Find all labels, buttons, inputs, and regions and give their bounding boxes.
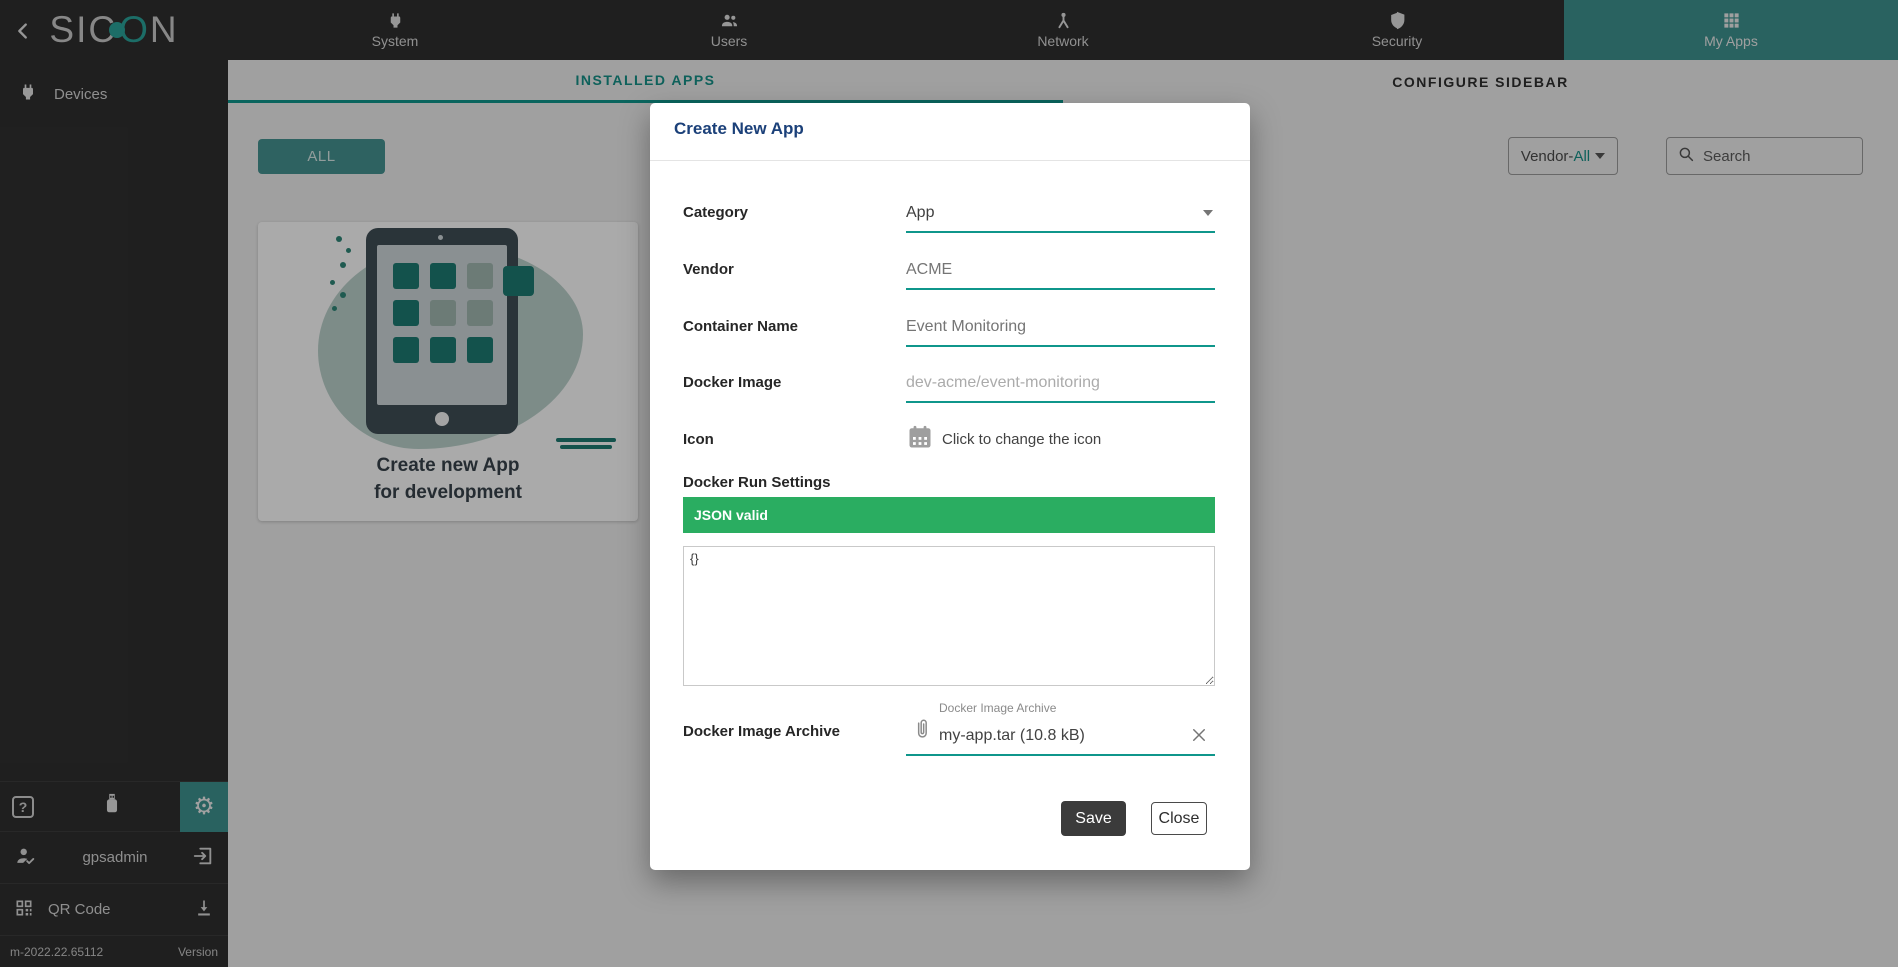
chevron-down-icon — [1203, 210, 1213, 216]
archive-file-value: my-app.tar (10.8 kB) — [939, 727, 1085, 745]
json-valid-text: JSON valid — [694, 507, 768, 523]
container-name-field-wrap — [906, 305, 1215, 347]
dialog-buttons: Save Close — [1061, 801, 1207, 836]
paperclip-icon — [912, 717, 932, 746]
close-button[interactable]: Close — [1151, 802, 1207, 835]
docker-run-settings-textarea[interactable]: {} — [683, 546, 1215, 686]
change-icon-button[interactable]: Click to change the icon — [906, 423, 1101, 455]
archive-floating-label: Docker Image Archive — [939, 701, 1056, 715]
docker-image-label: Docker Image — [683, 374, 906, 391]
docker-image-archive-label: Docker Image Archive — [683, 723, 906, 756]
container-name-label: Container Name — [683, 318, 906, 335]
container-name-input[interactable] — [906, 318, 1215, 345]
save-button[interactable]: Save — [1061, 801, 1126, 836]
create-new-app-dialog: Create New App Category App Vendor Conta… — [650, 103, 1250, 870]
category-value: App — [906, 204, 934, 231]
divider — [650, 160, 1250, 161]
vendor-label: Vendor — [683, 261, 906, 278]
docker-image-input[interactable] — [906, 374, 1215, 401]
category-select[interactable]: App — [906, 191, 1215, 233]
change-icon-text: Click to change the icon — [942, 431, 1101, 448]
vendor-field-wrap — [906, 248, 1215, 290]
docker-image-archive-field[interactable]: Docker Image Archive my-app.tar (10.8 kB… — [906, 699, 1215, 756]
icon-label: Icon — [683, 431, 906, 448]
docker-run-settings-label: Docker Run Settings — [683, 474, 831, 491]
clear-file-icon[interactable] — [1189, 725, 1209, 745]
vendor-input[interactable] — [906, 261, 1215, 288]
calendar-icon — [906, 423, 934, 455]
json-valid-banner: JSON valid — [683, 497, 1215, 533]
category-label: Category — [683, 204, 906, 221]
docker-image-field-wrap — [906, 361, 1215, 403]
dialog-title: Create New App — [674, 119, 804, 139]
